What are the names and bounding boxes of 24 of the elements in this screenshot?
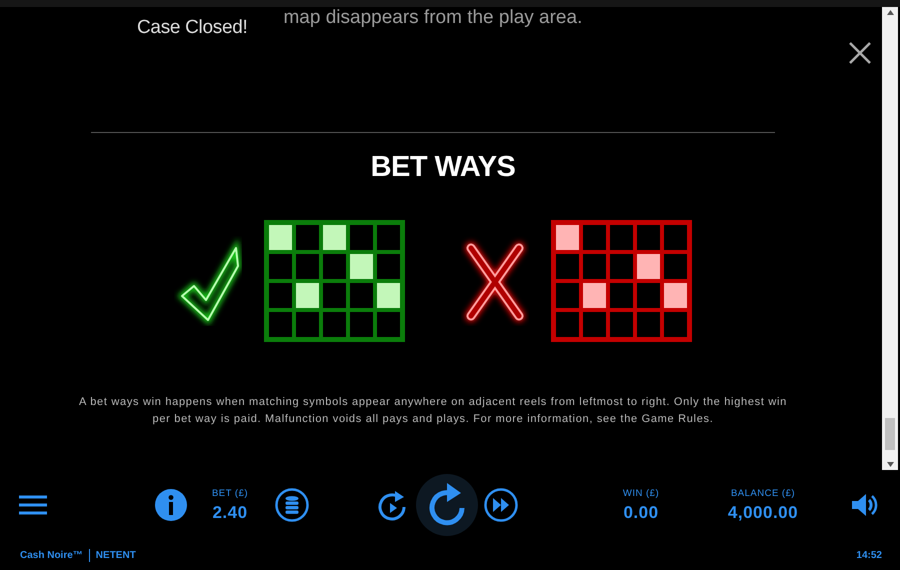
balance-label: BALANCE (£) [730, 488, 796, 498]
bet-label: BET (£) [212, 488, 248, 498]
scrollbar[interactable] [882, 6, 898, 470]
game-name: Cash Noire™ [20, 550, 83, 560]
info-icon[interactable] [154, 488, 188, 522]
provider-name: NETENT [96, 550, 136, 560]
up-arrow-icon [886, 10, 894, 15]
section-title: Case Closed! [137, 16, 248, 39]
win-label: WIN (£) [622, 488, 660, 498]
autoplay-icon[interactable] [378, 488, 408, 522]
down-arrow-icon [886, 462, 894, 467]
coin-stack-icon[interactable] [275, 488, 309, 522]
menu-icon[interactable] [16, 493, 50, 517]
close-icon[interactable] [848, 40, 872, 65]
fast-forward-icon[interactable] [484, 488, 518, 522]
balance-value: 4,000.00 [728, 502, 798, 522]
bet-value: 2.40 [212, 502, 248, 522]
win-value: 0.00 [623, 502, 659, 522]
description-text: map disappears from the play area. [283, 6, 582, 29]
description-text: A bet ways win happens when matching symbols appear anywhere on adjacent reels from leftmost to right. Only the highest win per bet way is paid. Malfunction voids all pays and plays. For more information, see the Game Rules. [78, 394, 788, 427]
scrollbar-thumb[interactable] [885, 418, 895, 450]
clock-time: 14:52 [856, 550, 882, 560]
section-heading: BET WAYS [370, 150, 516, 184]
speaker-icon[interactable] [850, 491, 878, 519]
